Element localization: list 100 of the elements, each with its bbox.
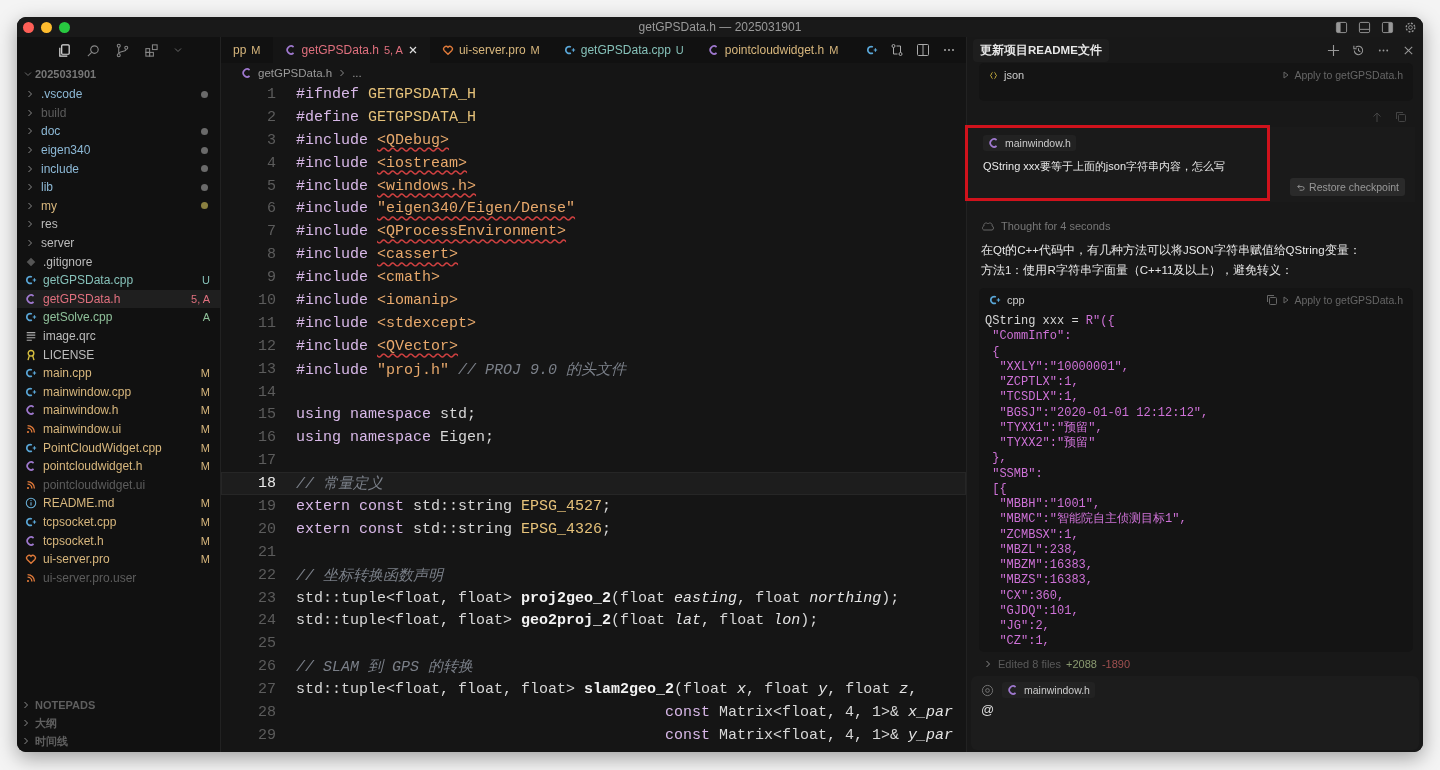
zoom-window-button[interactable] (59, 21, 70, 33)
c-plus-icon (25, 441, 37, 454)
close-window-button[interactable] (23, 21, 34, 33)
file-tree-item[interactable]: getGPSData.cpp U (17, 270, 220, 290)
answer-text: 在Qt的C++代码中，有几种方法可以将JSON字符串赋值给QString变量： (980, 243, 1362, 258)
file-tree-item[interactable]: mainwindow.ui M (17, 419, 220, 439)
compare-icon[interactable] (890, 43, 904, 57)
undo-icon (1296, 182, 1306, 192)
rss-icon (25, 571, 37, 584)
heart-icon (25, 553, 37, 566)
code-line: 29 const Matrix<float, 4, 1>& y_par (257, 725, 955, 746)
c-plus-icon (25, 367, 37, 380)
code-language: json (1004, 69, 1025, 81)
editor-tab[interactable]: getGPSData.h 5, A (272, 37, 430, 63)
context-chip[interactable]: mainwindow.h (983, 135, 1076, 151)
code-line: "ZCPTLX":1, (998, 375, 1080, 391)
c-icon (25, 534, 37, 547)
code-line: "JG":2, (998, 619, 1051, 635)
file-tree-item[interactable]: README.md M (17, 494, 220, 513)
code-line: }, (991, 451, 1008, 467)
restore-checkpoint-button[interactable]: Restore checkpoint (1290, 178, 1405, 196)
file-tree-item[interactable]: image.qrc (17, 326, 220, 346)
panel-toggle-icon[interactable] (1358, 20, 1371, 34)
rss-icon (25, 478, 37, 491)
code-line: "CX":360, (998, 588, 1066, 604)
file-tree-item[interactable]: pointcloudwidget.h M (17, 456, 220, 476)
window-title: getGPSData.h — 2025031901 (638, 20, 802, 34)
file-tree-item[interactable]: tcpsocket.cpp M (17, 512, 220, 532)
c-icon (241, 67, 253, 79)
c-plus-icon (25, 274, 37, 287)
secondary-sidebar-icon[interactable] (1381, 20, 1394, 34)
code-line: "MBZM":16383, (998, 558, 1095, 574)
code-line: "ZCMBSX":1, (998, 527, 1080, 543)
chevron-right-icon (25, 182, 35, 193)
chat-title[interactable]: 更新项目README文件 (973, 38, 1109, 62)
rss-icon (25, 423, 37, 435)
sidebar-toggle-icon[interactable] (1335, 20, 1348, 34)
history-icon[interactable] (1352, 43, 1365, 57)
code-language: cpp (1007, 294, 1025, 306)
branch-icon[interactable] (115, 42, 130, 58)
ribbon-icon (25, 348, 37, 361)
code-line: "MBZS":16383, (998, 573, 1095, 589)
c-icon (284, 44, 297, 56)
file-tree-item[interactable]: main.cpp M (17, 363, 220, 383)
diamond-icon (25, 255, 37, 268)
copy-icon[interactable] (1266, 294, 1279, 306)
file-tree-item[interactable]: PointCloudWidget.cpp M (17, 438, 220, 457)
c-plus-icon (563, 44, 576, 56)
code-line: 3 #include <QDebug> (266, 130, 451, 151)
c-icon (988, 137, 1000, 149)
play-icon (1282, 71, 1291, 79)
c-plus-icon (25, 515, 37, 528)
play-icon (1282, 296, 1291, 304)
code-line: 28 const Matrix<float, 4, 1>& x_par (257, 703, 955, 723)
file-tree-item[interactable]: .vscode (17, 85, 220, 104)
files-icon[interactable] (57, 42, 72, 58)
settings-icon[interactable] (1404, 20, 1417, 34)
c-icon (25, 404, 37, 417)
file-tree-item[interactable]: mainwindow.h M (17, 401, 220, 420)
code-line: "MBMC":"智能院自主侦测目标1", (998, 512, 1188, 528)
search-icon[interactable] (86, 42, 101, 58)
file-tree-item[interactable]: ui-server.pro M (17, 549, 220, 569)
code-line: "GJDQ":101, (998, 603, 1080, 619)
workspace-root[interactable]: 2025031901 (35, 68, 97, 80)
file-tree-item[interactable]: getGPSData.h 5, A (17, 289, 220, 309)
plus-icon[interactable] (1327, 43, 1340, 57)
file-tree-item[interactable]: server (17, 233, 220, 253)
code-line: "TCSDLX":1, (998, 390, 1080, 406)
breadcrumb-item[interactable]: ... (352, 67, 362, 79)
file-tree-item[interactable]: eigen340 (17, 140, 220, 160)
braces-icon (989, 70, 998, 80)
file-tree-item[interactable]: lib (17, 177, 220, 197)
code-line: 4 #include <iostream> (266, 153, 469, 174)
code-line: 6 #include "eigen340/Eigen/Dense" (266, 199, 577, 220)
chevron-right-icon (25, 145, 35, 156)
split-editor-icon[interactable] (916, 43, 930, 57)
context-chip[interactable]: mainwindow.h (1002, 682, 1095, 698)
code-line: 20 extern const std::string EPSG_4326; (257, 519, 613, 540)
code-line: "XXLY":"10000001", (998, 359, 1131, 375)
thought-label[interactable]: Thought for 4 seconds (1001, 220, 1111, 232)
file-tree-item[interactable]: doc (17, 122, 220, 141)
file-tree-item[interactable]: include (17, 159, 220, 178)
close-icon[interactable] (407, 45, 418, 55)
c-icon (1007, 684, 1019, 696)
chevron-right-icon (983, 659, 993, 669)
chevron-right-icon (25, 89, 35, 100)
minimize-window-button[interactable] (41, 21, 52, 33)
file-tree-item[interactable]: mainwindow.cpp M (17, 382, 220, 402)
file-tree-item[interactable]: my (17, 196, 220, 216)
code-line: 25 (257, 634, 277, 655)
c-icon (707, 44, 720, 56)
info-icon (25, 497, 37, 510)
file-tree-item[interactable]: getSolve.cpp A (17, 308, 220, 327)
file-tree-item[interactable]: res (17, 215, 220, 234)
extensions-icon[interactable] (144, 42, 159, 58)
breadcrumb-item[interactable]: getGPSData.h (258, 67, 333, 79)
chat-input[interactable]: mainwindow.h @ (971, 676, 1419, 750)
file-tree-item[interactable]: tcpsocket.h M (17, 531, 220, 550)
file-tree-item[interactable]: .gitignore (17, 252, 220, 271)
file-tree-item[interactable]: LICENSE (17, 345, 220, 364)
